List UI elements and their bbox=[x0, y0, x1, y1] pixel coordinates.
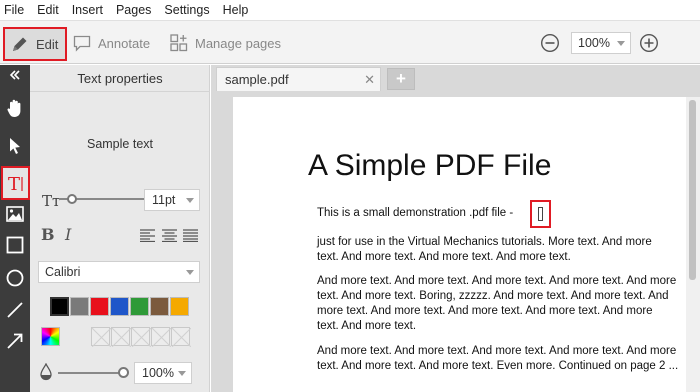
font-size-icon: Tт bbox=[42, 192, 61, 210]
document-text-line[interactable]: And more text. And more text. And more t… bbox=[317, 275, 676, 287]
color-swatch[interactable] bbox=[70, 297, 89, 316]
font-size-value: 11pt bbox=[152, 193, 176, 207]
tab-sample-pdf[interactable]: sample.pdf ✕ bbox=[216, 67, 381, 91]
document-text-line[interactable]: text. And more text. And more text. And … bbox=[317, 251, 571, 263]
annotate-mode-button[interactable]: Annotate bbox=[72, 28, 150, 58]
document-text-line[interactable]: text. And more text. bbox=[317, 320, 416, 332]
menu-help[interactable]: Help bbox=[223, 3, 249, 17]
rectangle-tool-button[interactable] bbox=[0, 230, 30, 260]
font-size-slider-handle[interactable] bbox=[67, 194, 77, 204]
chevron-down-icon bbox=[617, 41, 625, 46]
italic-button[interactable]: I bbox=[65, 225, 71, 244]
align-justify-icon[interactable] bbox=[183, 229, 198, 242]
color-swatch[interactable] bbox=[150, 297, 169, 316]
color-swatch[interactable] bbox=[170, 297, 189, 316]
opacity-drop-icon bbox=[40, 363, 52, 381]
divider bbox=[30, 91, 210, 92]
document-text-line[interactable]: just for use in the Virtual Mechanics tu… bbox=[317, 236, 652, 248]
font-family-select[interactable]: Calibri bbox=[38, 261, 200, 283]
document-text-line[interactable]: This is a small demonstration .pdf file … bbox=[317, 207, 513, 219]
color-swatch[interactable] bbox=[90, 297, 109, 316]
align-left-icon[interactable] bbox=[140, 229, 155, 242]
line-icon bbox=[7, 302, 23, 318]
document-text-line[interactable]: text. And more text. And more text. Even… bbox=[317, 360, 678, 372]
document-text-line[interactable]: more text. And more text. And more text.… bbox=[317, 305, 653, 317]
tab-label: sample.pdf bbox=[225, 72, 289, 87]
text-insertion-cursor[interactable] bbox=[530, 200, 551, 228]
empty-color-slot[interactable] bbox=[151, 327, 171, 347]
menu-file[interactable]: File bbox=[4, 3, 24, 17]
text-properties-panel: Text properties Sample text Tт 11pt B I … bbox=[30, 65, 210, 392]
double-chevron-left-icon bbox=[9, 70, 20, 80]
svg-text:T: T bbox=[8, 174, 20, 194]
arrow-pointer-icon bbox=[10, 138, 20, 154]
toolbar: Edit Annotate Manage pages 100% bbox=[0, 20, 700, 64]
document-title[interactable]: A Simple PDF File bbox=[308, 149, 551, 183]
menu-settings[interactable]: Settings bbox=[164, 3, 209, 17]
empty-color-slot[interactable] bbox=[91, 327, 111, 347]
image-icon bbox=[6, 206, 24, 222]
ellipse-tool-button[interactable] bbox=[0, 263, 30, 293]
zoom-out-icon[interactable] bbox=[540, 33, 560, 53]
sample-text-preview: Sample text bbox=[86, 137, 153, 151]
font-size-select[interactable]: 11pt bbox=[144, 189, 200, 211]
menu-bar: File Edit Insert Pages Settings Help bbox=[0, 0, 700, 20]
image-tool-button[interactable] bbox=[0, 199, 30, 229]
document-area: sample.pdf ✕ + A Simple PDF File This is… bbox=[211, 65, 700, 392]
text-cursor-icon bbox=[538, 207, 543, 221]
pdf-page[interactable]: A Simple PDF File This is a small demons… bbox=[233, 97, 700, 392]
pages-grid-icon bbox=[170, 34, 188, 52]
text-tool-button[interactable]: T bbox=[1, 166, 30, 200]
new-tab-button[interactable]: + bbox=[387, 68, 415, 90]
arrow-tool-button[interactable] bbox=[0, 326, 30, 356]
menu-insert[interactable]: Insert bbox=[72, 3, 103, 17]
annotate-mode-label: Annotate bbox=[98, 35, 151, 51]
pencil-icon bbox=[13, 37, 27, 51]
close-icon[interactable]: ✕ bbox=[364, 72, 375, 88]
circle-icon bbox=[6, 269, 24, 287]
font-family-value: Calibri bbox=[45, 265, 81, 279]
menu-pages[interactable]: Pages bbox=[116, 3, 151, 17]
edit-mode-label: Edit bbox=[36, 36, 59, 52]
edit-mode-button[interactable]: Edit bbox=[3, 27, 67, 61]
document-text-line[interactable]: And more text. And more text. And more t… bbox=[317, 345, 676, 357]
line-tool-button[interactable] bbox=[0, 295, 30, 325]
opacity-select[interactable]: 100% bbox=[134, 362, 192, 384]
zoom-level-select[interactable]: 100% bbox=[571, 32, 631, 54]
manage-pages-label: Manage pages bbox=[195, 35, 282, 51]
zoom-in-icon[interactable] bbox=[639, 33, 659, 53]
chevron-down-icon bbox=[178, 371, 186, 376]
document-text-line[interactable]: text. And more text. Boring, zzzzz. And … bbox=[317, 290, 669, 302]
tool-rail: T bbox=[0, 65, 30, 392]
collapse-panel-button[interactable] bbox=[0, 65, 30, 85]
rectangle-icon bbox=[6, 236, 24, 254]
arrow-icon bbox=[7, 333, 23, 349]
scrollbar-thumb[interactable] bbox=[689, 100, 696, 280]
opacity-value: 100% bbox=[142, 366, 174, 380]
chevron-down-icon bbox=[186, 270, 194, 275]
align-center-icon[interactable] bbox=[162, 229, 177, 242]
menu-edit[interactable]: Edit bbox=[37, 3, 59, 17]
empty-color-slot[interactable] bbox=[171, 327, 191, 347]
color-swatch[interactable] bbox=[130, 297, 149, 316]
bold-button[interactable]: B bbox=[41, 225, 55, 244]
chevron-down-icon bbox=[186, 198, 194, 203]
tab-strip: sample.pdf ✕ + bbox=[211, 65, 700, 91]
select-tool-button[interactable] bbox=[0, 131, 30, 161]
manage-pages-button[interactable]: Manage pages bbox=[169, 28, 281, 58]
custom-color-picker-icon[interactable] bbox=[41, 327, 60, 346]
color-swatch[interactable] bbox=[50, 297, 69, 316]
text-tool-icon: T bbox=[8, 174, 23, 194]
panel-title: Text properties bbox=[77, 71, 163, 86]
color-swatch[interactable] bbox=[110, 297, 129, 316]
speech-bubble-icon bbox=[73, 35, 91, 52]
opacity-slider-handle[interactable] bbox=[118, 367, 129, 378]
empty-color-slot[interactable] bbox=[131, 327, 151, 347]
plus-icon: + bbox=[396, 69, 406, 88]
hand-tool-button[interactable] bbox=[0, 93, 30, 123]
opacity-slider-track[interactable] bbox=[58, 372, 124, 374]
empty-color-slot[interactable] bbox=[111, 327, 131, 347]
zoom-level-value: 100% bbox=[578, 36, 610, 50]
hand-icon bbox=[7, 99, 21, 117]
